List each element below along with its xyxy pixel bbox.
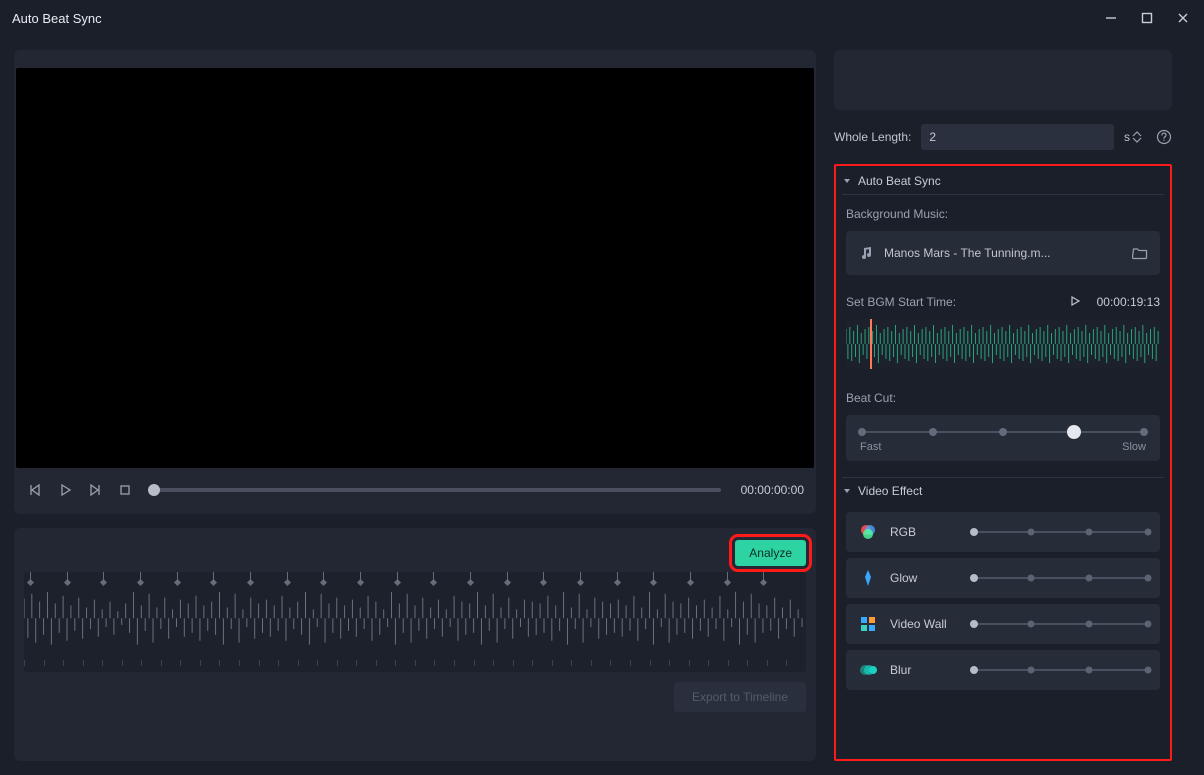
chevron-down-icon [842, 176, 852, 186]
whole-length-unit: s [1124, 130, 1146, 144]
beat-cut-slider-row: Fast Slow [846, 415, 1160, 461]
effect-rgb-icon [858, 522, 878, 542]
inspector-column: Whole Length: s Auto Beat Sync Backgroun… [830, 36, 1190, 775]
section-video-effect-header[interactable]: Video Effect [842, 477, 1164, 504]
effect-blur-label: Blur [890, 663, 962, 677]
maximize-button[interactable] [1138, 9, 1156, 27]
step-back-button[interactable] [26, 481, 44, 499]
seek-thumb[interactable] [148, 484, 160, 496]
waveform-icon [24, 584, 806, 652]
minimize-button[interactable] [1102, 9, 1120, 27]
background-music-row[interactable]: Manos Mars - The Tunning.m... [846, 231, 1160, 275]
step-forward-icon [88, 483, 102, 497]
whole-length-spinner[interactable] [1132, 131, 1146, 143]
effect-video-wall-slider[interactable] [974, 623, 1148, 625]
effect-row-blur[interactable]: Blur [846, 650, 1160, 690]
play-icon [58, 483, 72, 497]
export-button[interactable]: Export to Timeline [674, 682, 806, 712]
close-icon [1177, 12, 1189, 24]
preview-column: 00:00:00:00 Analyze Ex [0, 36, 830, 775]
stop-icon [118, 483, 132, 497]
play-button[interactable] [56, 481, 74, 499]
preview-panel: 00:00:00:00 [14, 50, 816, 514]
background-music-name: Manos Mars - The Tunning.m... [884, 246, 1122, 260]
whole-length-row: Whole Length: s [834, 124, 1172, 150]
bgm-playhead[interactable] [870, 319, 872, 369]
analyze-wrap: Analyze [24, 540, 806, 566]
stop-button[interactable] [116, 481, 134, 499]
play-icon [1069, 295, 1081, 307]
effect-row-video-wall[interactable]: Video Wall [846, 604, 1160, 644]
effect-row-rgb[interactable]: RGB [846, 512, 1160, 552]
audio-track[interactable] [24, 572, 806, 672]
help-icon [1156, 129, 1172, 145]
section-video-effect-body: RGB Glow [842, 504, 1164, 692]
unit-label: s [1124, 130, 1130, 144]
playback-bar: 00:00:00:00 [16, 468, 814, 512]
effect-glow-icon [858, 568, 878, 588]
chevron-down-icon [842, 486, 852, 496]
bgm-waveform[interactable] [846, 319, 1160, 369]
export-wrap: Export to Timeline [24, 682, 806, 712]
beat-cut-slider[interactable] [862, 431, 1144, 433]
inspector-top-box [834, 50, 1172, 110]
effect-rgb-slider[interactable] [974, 531, 1148, 533]
step-back-icon [28, 483, 42, 497]
effect-glow-label: Glow [890, 571, 962, 585]
waveform-green-icon [846, 319, 1160, 369]
effect-rgb-label: RGB [890, 525, 962, 539]
window-controls [1102, 9, 1192, 27]
video-preview[interactable] [16, 68, 814, 468]
seek-slider[interactable] [154, 488, 721, 492]
effect-blur-icon [858, 660, 878, 680]
bgm-play-button[interactable] [1069, 295, 1083, 309]
whole-length-label: Whole Length: [834, 130, 911, 144]
folder-icon [1132, 245, 1148, 261]
analyze-button[interactable]: Analyze [735, 540, 806, 566]
browse-music-button[interactable] [1132, 245, 1148, 261]
background-music-label: Background Music: [846, 207, 1160, 221]
titlebar: Auto Beat Sync [0, 0, 1204, 36]
bgm-start-label: Set BGM Start Time: [846, 295, 956, 309]
settings-panel: Auto Beat Sync Background Music: Manos M… [834, 164, 1172, 761]
effect-glow-slider[interactable] [974, 577, 1148, 579]
section-video-effect-title: Video Effect [858, 484, 922, 498]
bgm-start-time: 00:00:19:13 [1097, 295, 1160, 309]
timeline-panel: Analyze Export to Timeline [14, 528, 816, 761]
section-auto-beat-sync-header[interactable]: Auto Beat Sync [842, 168, 1164, 195]
beat-cut-group: Beat Cut: Fast Slow [846, 391, 1160, 461]
beat-cut-thumb[interactable] [1067, 425, 1081, 439]
close-button[interactable] [1174, 9, 1192, 27]
chevron-down-icon [1132, 137, 1142, 143]
effect-video-wall-label: Video Wall [890, 617, 962, 631]
timecode-display: 00:00:00:00 [741, 483, 804, 497]
music-note-icon [858, 245, 874, 261]
effect-video-wall-icon [858, 614, 878, 634]
timeline-ruler [24, 656, 806, 670]
beat-cut-label: Beat Cut: [846, 391, 1160, 405]
bgm-start-row: Set BGM Start Time: 00:00:19:13 [846, 295, 1160, 309]
effect-row-glow[interactable]: Glow [846, 558, 1160, 598]
whole-length-input[interactable] [921, 124, 1114, 150]
step-forward-button[interactable] [86, 481, 104, 499]
minimize-icon [1105, 12, 1117, 24]
window-title: Auto Beat Sync [12, 11, 1102, 26]
maximize-icon [1141, 12, 1153, 24]
help-button[interactable] [1156, 129, 1172, 145]
beat-cut-fast-label: Fast [860, 441, 881, 453]
section-auto-beat-sync-title: Auto Beat Sync [858, 174, 941, 188]
beat-cut-slow-label: Slow [1122, 441, 1146, 453]
section-auto-beat-sync-body: Background Music: Manos Mars - The Tunni… [842, 195, 1164, 477]
effect-blur-slider[interactable] [974, 669, 1148, 671]
